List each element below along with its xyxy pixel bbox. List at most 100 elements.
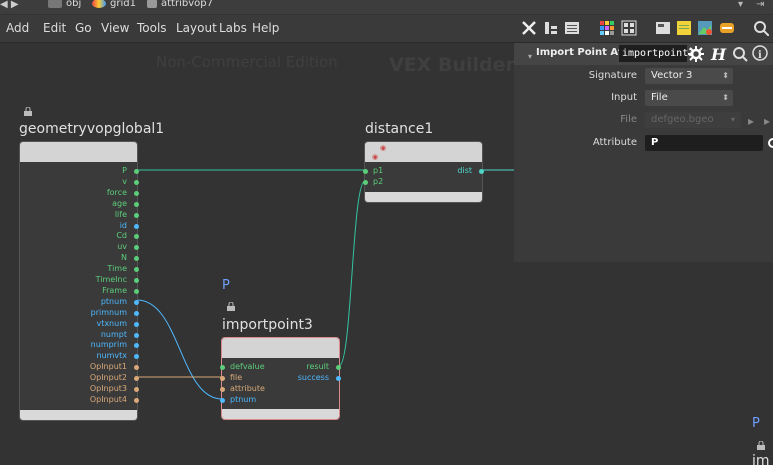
port-label-uv: uv <box>117 242 127 252</box>
background-image-icon[interactable] <box>697 20 713 36</box>
node-header[interactable] <box>20 142 137 162</box>
search-icon[interactable] <box>732 46 748 62</box>
menu-go[interactable]: Go <box>75 21 92 35</box>
port-v-dot[interactable] <box>134 179 139 185</box>
port-label-opinput4: OpInput4 <box>89 394 127 404</box>
port-opinput4-dot[interactable] <box>134 397 139 403</box>
port-force-dot[interactable] <box>134 190 139 196</box>
menu-tools[interactable]: Tools <box>137 21 167 35</box>
node-title-importpoint[interactable]: importpoint3 <box>222 317 313 333</box>
signature-dropdown[interactable]: Vector 3 ⬍ <box>645 68 733 84</box>
file-chooser-icon[interactable]: ▸ <box>748 114 754 128</box>
signature-label: Signature <box>588 70 637 81</box>
port-label-defvalue: defvalue <box>230 362 265 371</box>
menu-add[interactable]: Add <box>6 21 29 35</box>
parameter-header: ▾ Import Point At... importpoint3 H i <box>514 43 773 65</box>
node-footer <box>20 410 137 420</box>
file-label: File <box>620 114 637 125</box>
node-flag-p-partial: P <box>752 416 760 431</box>
node-title-global[interactable]: geometryvopglobal1 <box>19 121 164 137</box>
port-success-dot[interactable] <box>336 376 341 381</box>
info-icon[interactable]: i <box>752 45 769 62</box>
help-h-icon[interactable]: H <box>710 45 728 63</box>
gear-icon[interactable] <box>688 46 704 62</box>
node-title-distance[interactable]: distance1 <box>365 121 433 137</box>
menu-edit[interactable]: Edit <box>43 21 66 35</box>
color-palette-icon[interactable] <box>599 20 615 36</box>
node-header[interactable] <box>222 338 339 358</box>
menu-layout[interactable]: Layout <box>176 21 217 35</box>
pin-icon[interactable]: ⇥ <box>756 0 764 10</box>
port-life-dot[interactable] <box>134 212 139 218</box>
port-label-numprim: numprim <box>90 340 127 350</box>
port-dist-dot[interactable] <box>479 169 484 174</box>
menu-view[interactable]: View <box>101 21 129 35</box>
port-label-cd: Cd <box>116 231 127 241</box>
port-label-file: file <box>230 373 243 382</box>
port-label-life: life <box>114 209 127 219</box>
search-icon[interactable] <box>753 20 769 36</box>
port-ptnum-dot[interactable] <box>134 299 139 305</box>
network-box-icon[interactable] <box>655 20 671 36</box>
node-flag-icon[interactable]: ◉ <box>380 144 386 152</box>
port-ptnum-dot[interactable] <box>220 398 225 403</box>
port-file-dot[interactable] <box>220 376 225 381</box>
menu-arrow-icon[interactable]: ▾ <box>528 52 532 61</box>
port-label-ptnum: ptnum <box>230 395 257 404</box>
path-segment-obj[interactable]: obj <box>48 0 81 9</box>
geo-icon <box>92 0 106 8</box>
node-name-field[interactable]: importpoint3 <box>619 45 694 62</box>
port-p2-dot[interactable] <box>363 180 368 185</box>
nav-arrows-icon[interactable]: ◀ ▶ <box>0 0 19 10</box>
port-frame-dot[interactable] <box>134 288 139 294</box>
shapes-icon[interactable] <box>621 20 637 36</box>
port-numpt-dot[interactable] <box>134 332 139 338</box>
port-vtxnum-dot[interactable] <box>134 321 139 327</box>
menu-bar: Add Edit Go View Tools Layout Labs Help <box>0 15 773 43</box>
path-segment-attribvop[interactable]: attribvop7 <box>147 0 213 9</box>
sticky-note-icon[interactable] <box>676 20 692 36</box>
attribute-field[interactable]: P <box>645 135 763 151</box>
port-result-dot[interactable] <box>336 365 341 370</box>
input-dropdown[interactable]: File ⬍ <box>645 90 733 106</box>
updown-icon: ⬍ <box>722 93 729 102</box>
port-label-opinput2: OpInput2 <box>89 373 127 383</box>
port-p-dot[interactable] <box>134 169 139 174</box>
port-primnum-dot[interactable] <box>134 310 139 316</box>
node-bypass-icon[interactable]: ◉ <box>372 153 378 161</box>
obj-icon <box>48 0 62 8</box>
lock-icon[interactable] <box>24 107 32 116</box>
node-importpoint[interactable]: defvalue file attribute ptnum result suc… <box>220 337 341 420</box>
menu-labs[interactable]: Labs <box>219 21 247 35</box>
file-field[interactable]: defgeo.bgeo ▾ <box>645 112 741 128</box>
port-defvalue-dot[interactable] <box>220 365 225 370</box>
port-p1-dot[interactable] <box>363 169 368 174</box>
node-title-partial[interactable]: im <box>752 453 770 465</box>
tools-icon[interactable] <box>521 20 537 36</box>
port-label-attribute: attribute <box>230 384 265 393</box>
node-geometryvopglobal[interactable]: Pv force age life id Cd uv N Time TimeInc Frame ptn… <box>19 141 139 421</box>
layout-tree-icon[interactable] <box>543 20 559 36</box>
port-label-dist: dist <box>457 166 472 175</box>
dots-icon[interactable] <box>719 20 735 36</box>
port-id-dot[interactable] <box>134 223 139 229</box>
updown-icon: ⬍ <box>722 71 729 80</box>
port-label-time: Time <box>107 264 127 274</box>
list-view-icon[interactable] <box>564 20 580 36</box>
node-distance[interactable]: ◉ ◉ p1 p2 dist <box>363 141 484 203</box>
port-age-dot[interactable] <box>134 201 139 207</box>
input-label: Input <box>611 92 637 103</box>
port-timeinc-dot[interactable] <box>134 278 139 283</box>
file-chooser-icon[interactable]: ▸ <box>764 114 770 128</box>
lock-icon[interactable] <box>227 302 235 311</box>
port-opinput3-dot[interactable] <box>134 387 139 392</box>
port-label-v: v <box>122 176 127 186</box>
path-segment-grid[interactable]: grid1 <box>92 0 136 9</box>
attribute-label: Attribute <box>592 137 637 148</box>
lock-icon[interactable] <box>757 441 765 450</box>
port-attribute-dot[interactable] <box>220 387 225 392</box>
path-dropdown-icon[interactable]: ▾ <box>738 0 743 10</box>
gear-icon[interactable] <box>766 136 773 150</box>
port-label-opinput3: OpInput3 <box>89 384 127 393</box>
menu-help[interactable]: Help <box>252 21 279 35</box>
